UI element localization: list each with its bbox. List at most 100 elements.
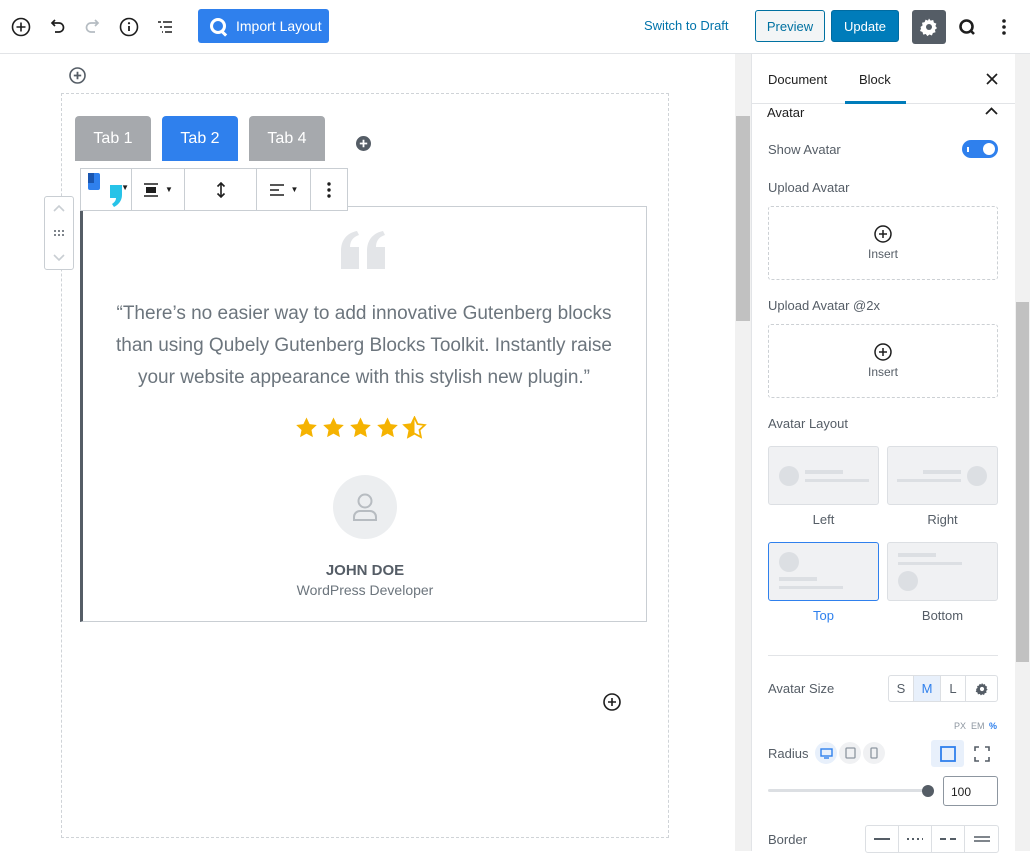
border-dotted-option[interactable] bbox=[899, 826, 932, 852]
block-align-dropdown[interactable]: ▼ bbox=[132, 169, 185, 210]
upload-avatar-dropzone[interactable]: Insert bbox=[768, 206, 998, 280]
insert-label: Insert bbox=[867, 365, 898, 379]
author-name[interactable]: JOHN DOE bbox=[265, 562, 465, 579]
import-layout-button[interactable]: Import Layout bbox=[198, 9, 329, 43]
tab-4[interactable]: Tab 4 bbox=[249, 116, 325, 161]
import-layout-label: Import Layout bbox=[236, 18, 322, 34]
insert-label: Insert bbox=[867, 247, 898, 261]
user-icon bbox=[353, 493, 377, 521]
layout-bottom-label: Bottom bbox=[921, 608, 964, 623]
divider bbox=[768, 655, 998, 656]
tab-1[interactable]: Tab 1 bbox=[75, 116, 151, 161]
block-navigation-icon[interactable] bbox=[151, 13, 179, 41]
device-desktop-icon[interactable] bbox=[815, 742, 837, 764]
upload-avatar-2x-dropzone[interactable]: Insert bbox=[768, 324, 998, 398]
upload-avatar-label: Upload Avatar bbox=[768, 180, 850, 195]
square-icon bbox=[939, 745, 956, 762]
block-mover bbox=[44, 196, 74, 270]
corners-icon bbox=[973, 745, 990, 762]
avatar-layout-label: Avatar Layout bbox=[768, 416, 848, 431]
radius-slider-track[interactable] bbox=[768, 789, 928, 792]
align-left-icon bbox=[269, 183, 284, 196]
half-star-icon bbox=[402, 416, 427, 439]
radius-all-corners-button[interactable] bbox=[931, 740, 964, 767]
gear-icon bbox=[975, 682, 988, 695]
drag-handle-icon[interactable] bbox=[53, 229, 65, 237]
avatar[interactable] bbox=[333, 475, 397, 539]
layout-option-bottom[interactable] bbox=[887, 542, 998, 601]
unit-px[interactable]: PX bbox=[954, 721, 966, 731]
inserter-plus-icon-top[interactable] bbox=[69, 67, 86, 84]
switch-to-draft-link[interactable]: Switch to Draft bbox=[644, 18, 729, 33]
border-style-selector bbox=[865, 825, 999, 853]
show-avatar-toggle[interactable] bbox=[962, 140, 998, 158]
testimonial-quote[interactable]: “There’s no easier way to add innovative… bbox=[100, 298, 628, 394]
move-up-icon[interactable] bbox=[53, 204, 65, 212]
move-down-icon[interactable] bbox=[53, 254, 65, 262]
add-tab-icon[interactable] bbox=[355, 135, 372, 152]
undo-icon[interactable] bbox=[43, 13, 71, 41]
plus-circle-icon bbox=[874, 225, 892, 243]
sidebar-scrollbar[interactable] bbox=[1015, 54, 1030, 851]
border-dashed-option[interactable] bbox=[932, 826, 965, 852]
close-sidebar-icon[interactable] bbox=[986, 73, 998, 85]
custom-size-gear[interactable] bbox=[966, 676, 997, 701]
more-vertical-icon bbox=[327, 181, 331, 198]
editor-top-toolbar: Import Layout Switch to Draft Preview Up… bbox=[0, 0, 1030, 54]
layout-left-label: Left bbox=[812, 512, 835, 527]
active-tab-indicator bbox=[845, 101, 906, 104]
star-icon bbox=[350, 417, 371, 438]
radius-slider-handle[interactable] bbox=[922, 785, 934, 797]
vertical-arrows-icon bbox=[216, 181, 225, 198]
layout-option-top[interactable] bbox=[768, 542, 879, 601]
chevron-up-icon[interactable] bbox=[985, 107, 998, 115]
show-avatar-label: Show Avatar bbox=[768, 142, 841, 157]
gear-icon bbox=[920, 18, 937, 37]
quote-icon bbox=[339, 231, 389, 273]
qubely-menu-icon[interactable] bbox=[953, 13, 981, 41]
avatar-size-selector: S M L bbox=[888, 675, 998, 702]
layout-right-label: Right bbox=[927, 512, 958, 527]
radius-value-input[interactable]: 100 bbox=[943, 776, 998, 806]
layout-option-left[interactable] bbox=[768, 446, 879, 505]
canvas-scrollbar[interactable] bbox=[735, 54, 751, 851]
device-tablet-icon[interactable] bbox=[839, 742, 861, 764]
height-control[interactable] bbox=[185, 169, 257, 210]
text-align-dropdown[interactable]: ▼ bbox=[257, 169, 311, 210]
panel-title-avatar[interactable]: Avatar bbox=[767, 105, 804, 120]
tab-2[interactable]: Tab 2 bbox=[162, 116, 238, 161]
star-icon bbox=[377, 417, 398, 438]
plus-circle-icon bbox=[874, 343, 892, 361]
inserter-plus-icon-bottom[interactable] bbox=[603, 693, 621, 711]
settings-gear-button[interactable] bbox=[912, 10, 946, 44]
radius-individual-corners-button[interactable] bbox=[966, 740, 997, 767]
star-icon bbox=[296, 417, 317, 438]
tab-document[interactable]: Document bbox=[768, 72, 827, 87]
unit-percent[interactable]: % bbox=[989, 721, 997, 731]
align-center-icon bbox=[144, 182, 159, 197]
author-role[interactable]: WordPress Developer bbox=[265, 582, 465, 598]
preview-button[interactable]: Preview bbox=[755, 10, 825, 42]
device-mobile-icon[interactable] bbox=[863, 742, 885, 764]
size-option-m[interactable]: M bbox=[914, 676, 941, 701]
qubely-logo-icon bbox=[210, 18, 226, 34]
tab-block[interactable]: Block bbox=[859, 72, 891, 87]
testimonial-block-icon bbox=[88, 172, 122, 207]
upload-avatar-2x-label: Upload Avatar @2x bbox=[768, 298, 880, 313]
border-double-option[interactable] bbox=[965, 826, 998, 852]
block-type-switcher[interactable]: ▼ bbox=[81, 169, 132, 210]
layout-option-right[interactable] bbox=[887, 446, 998, 505]
layout-top-label: Top bbox=[813, 608, 834, 623]
size-option-s[interactable]: S bbox=[889, 676, 914, 701]
size-option-l[interactable]: L bbox=[941, 676, 966, 701]
unit-em[interactable]: EM bbox=[971, 721, 985, 731]
avatar-size-label: Avatar Size bbox=[768, 681, 835, 696]
redo-icon[interactable] bbox=[79, 13, 107, 41]
add-block-icon[interactable] bbox=[7, 13, 35, 41]
update-button[interactable]: Update bbox=[831, 10, 899, 42]
sidebar-tabs: Document Block bbox=[752, 54, 1015, 104]
info-icon[interactable] bbox=[115, 13, 143, 41]
block-more-options[interactable] bbox=[311, 169, 347, 210]
more-options-icon[interactable] bbox=[990, 13, 1018, 41]
border-solid-option[interactable] bbox=[866, 826, 899, 852]
